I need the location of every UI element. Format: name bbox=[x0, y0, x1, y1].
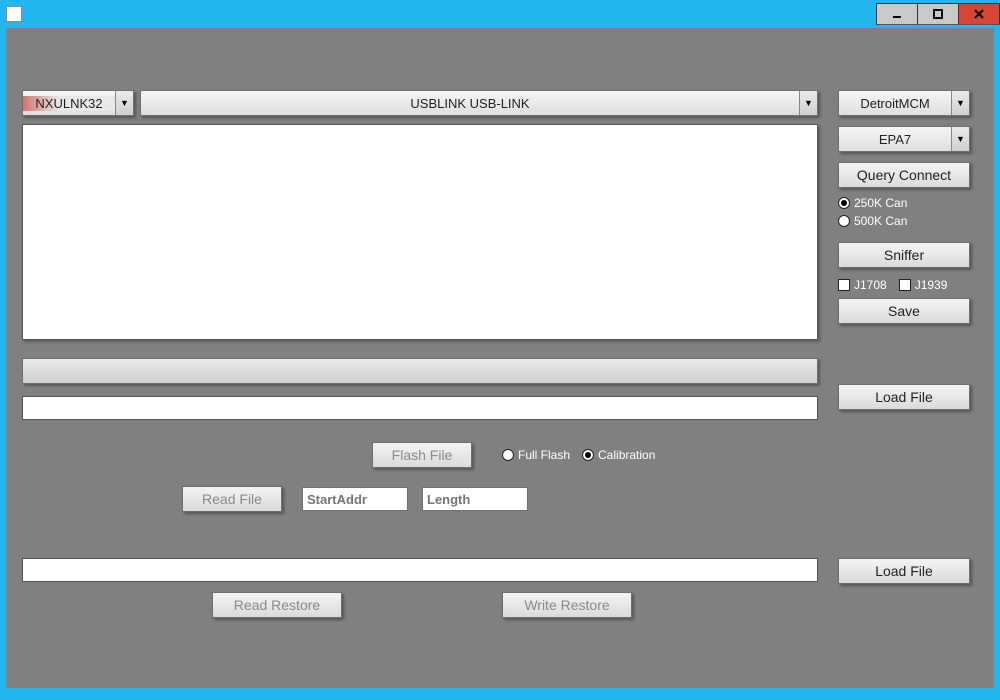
full-flash-radio[interactable]: Full Flash bbox=[502, 448, 570, 462]
titlebar bbox=[0, 0, 1000, 28]
query-connect-button[interactable]: Query Connect bbox=[838, 162, 970, 188]
chevron-down-icon: ▼ bbox=[951, 91, 969, 115]
j1939-checkbox[interactable]: J1939 bbox=[899, 278, 948, 292]
read-restore-button[interactable]: Read Restore bbox=[212, 592, 342, 618]
maximize-button[interactable] bbox=[917, 3, 959, 25]
flash-file-button[interactable]: Flash File bbox=[372, 442, 472, 468]
flash-path-input[interactable] bbox=[22, 396, 818, 420]
device-dropdown-label: USBLINK USB-LINK bbox=[141, 96, 799, 111]
chevron-down-icon: ▼ bbox=[951, 127, 969, 151]
ecu-dropdown-label: DetroitMCM bbox=[839, 96, 951, 111]
length-input[interactable] bbox=[422, 487, 528, 511]
device-dropdown[interactable]: USBLINK USB-LINK ▼ bbox=[140, 90, 818, 116]
load-file-button-2[interactable]: Load File bbox=[838, 558, 970, 584]
cal-dropdown[interactable]: EPA7 ▼ bbox=[838, 126, 970, 152]
can-500k-radio[interactable]: 500K Can bbox=[838, 214, 966, 228]
adapter-dropdown-label: NXULNK32 bbox=[23, 96, 115, 111]
chevron-down-icon: ▼ bbox=[799, 91, 817, 115]
j1708-checkbox[interactable]: J1708 bbox=[838, 278, 887, 292]
close-button[interactable] bbox=[958, 3, 1000, 25]
load-file-button-1[interactable]: Load File bbox=[838, 384, 970, 410]
write-restore-button[interactable]: Write Restore bbox=[502, 592, 632, 618]
calibration-radio[interactable]: Calibration bbox=[582, 448, 655, 462]
sniffer-button[interactable]: Sniffer bbox=[838, 242, 970, 268]
save-button[interactable]: Save bbox=[838, 298, 970, 324]
log-textarea[interactable] bbox=[22, 124, 818, 340]
adapter-dropdown[interactable]: NXULNK32 ▼ bbox=[22, 90, 134, 116]
client-area: NXULNK32 ▼ USBLINK USB-LINK ▼ Flash File… bbox=[6, 28, 994, 688]
can-250k-radio[interactable]: 250K Can bbox=[838, 196, 966, 210]
progress-bar bbox=[22, 358, 818, 384]
start-addr-input[interactable] bbox=[302, 487, 408, 511]
cal-dropdown-label: EPA7 bbox=[839, 132, 951, 147]
app-icon bbox=[6, 6, 22, 22]
restore-path-input[interactable] bbox=[22, 558, 818, 582]
read-file-button[interactable]: Read File bbox=[182, 486, 282, 512]
minimize-button[interactable] bbox=[876, 3, 918, 25]
ecu-dropdown[interactable]: DetroitMCM ▼ bbox=[838, 90, 970, 116]
chevron-down-icon: ▼ bbox=[115, 91, 133, 115]
